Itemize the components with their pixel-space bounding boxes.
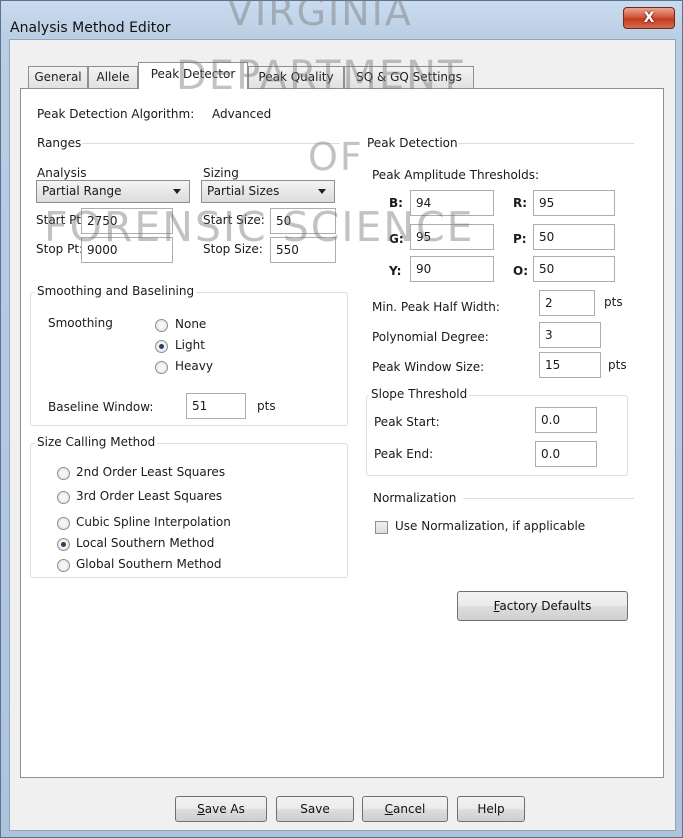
smoothing-none-label: None — [175, 317, 207, 331]
threshold-r-label: R: — [513, 196, 528, 210]
tab-general[interactable]: General — [28, 66, 88, 88]
chevron-down-icon — [318, 189, 326, 194]
algorithm-label: Peak Detection Algorithm: — [37, 107, 195, 121]
peak-window-size-unit: pts — [608, 358, 627, 372]
analysis-select-value: Partial Range — [42, 184, 122, 198]
chevron-down-icon — [173, 189, 181, 194]
algorithm-value: Advanced — [212, 107, 272, 121]
sizing-label: Sizing — [203, 166, 239, 180]
start-pt-label: Start Pt: — [36, 213, 86, 227]
peak-start-label: Peak Start: — [374, 415, 440, 429]
threshold-b-label: B: — [389, 196, 403, 210]
size-calling-2nd-order-label: 2nd Order Least Squares — [76, 465, 226, 479]
threshold-g-label: G: — [389, 232, 404, 246]
min-half-width-input[interactable]: 2 — [539, 290, 595, 316]
baseline-window-label: Baseline Window: — [48, 400, 154, 414]
size-calling-cubic-spline-label: Cubic Spline Interpolation — [76, 515, 231, 529]
use-normalization-checkbox[interactable] — [375, 521, 388, 534]
save-as-accel: S — [197, 802, 205, 816]
save-as-label: ave As — [204, 802, 245, 816]
threshold-p-input[interactable]: 50 — [533, 224, 615, 250]
smoothing-light-label: Light — [175, 338, 205, 352]
threshold-y-input[interactable]: 90 — [410, 256, 494, 282]
save-button[interactable]: Save — [276, 796, 354, 822]
help-button[interactable]: Help — [457, 796, 525, 822]
amplitude-thresholds-label: Peak Amplitude Thresholds: — [372, 168, 540, 182]
sizing-select-value: Partial Sizes — [207, 184, 280, 198]
min-half-width-unit: pts — [604, 295, 623, 309]
size-calling-3rd-order-label: 3rd Order Least Squares — [76, 489, 223, 503]
stop-pt-label: Stop Pt: — [36, 242, 84, 256]
normalization-divider — [463, 498, 634, 499]
size-calling-global-southern-radio[interactable] — [57, 559, 70, 572]
peak-end-label: Peak End: — [374, 447, 434, 461]
cancel-button[interactable]: Cancel — [362, 796, 448, 822]
peak-window-size-label: Peak Window Size: — [372, 360, 485, 374]
size-calling-cubic-spline-radio[interactable] — [57, 517, 70, 530]
smoothing-label: Smoothing — [48, 316, 113, 330]
cancel-accel: C — [384, 802, 394, 816]
peak-end-input[interactable]: 0.0 — [535, 441, 597, 467]
peak-detection-divider — [458, 143, 634, 144]
peak-detection-label: Peak Detection — [367, 136, 458, 150]
stop-size-label: Stop Size: — [203, 242, 263, 256]
peak-start-input[interactable]: 0.0 — [535, 407, 597, 433]
size-calling-group-title: Size Calling Method — [35, 435, 158, 449]
baseline-window-unit: pts — [257, 399, 276, 413]
min-half-width-label: Min. Peak Half Width: — [372, 300, 500, 314]
size-calling-local-southern-label: Local Southern Method — [76, 536, 215, 550]
ranges-label: Ranges — [37, 136, 82, 150]
use-normalization-label: Use Normalization, if applicable — [395, 519, 586, 533]
start-pt-input[interactable]: 2750 — [81, 208, 173, 234]
cancel-label: ancel — [393, 802, 426, 816]
stop-pt-input[interactable]: 9000 — [81, 237, 173, 263]
title-bar[interactable]: Analysis Method Editor X — [1, 1, 682, 39]
normalization-label: Normalization — [373, 491, 457, 505]
threshold-r-input[interactable]: 95 — [533, 190, 615, 216]
polynomial-degree-label: Polynomial Degree: — [372, 330, 489, 344]
threshold-p-label: P: — [513, 232, 527, 246]
polynomial-degree-input[interactable]: 3 — [539, 322, 601, 348]
size-calling-2nd-order-radio[interactable] — [57, 467, 70, 480]
close-button[interactable]: X — [623, 7, 675, 29]
threshold-g-input[interactable]: 95 — [410, 224, 494, 250]
smoothing-heavy-radio[interactable] — [155, 361, 168, 374]
threshold-y-label: Y: — [389, 264, 402, 278]
smoothing-heavy-label: Heavy — [175, 359, 213, 373]
close-icon: X — [643, 10, 655, 26]
start-size-input[interactable]: 50 — [270, 208, 336, 234]
stop-size-input[interactable]: 550 — [270, 237, 336, 263]
save-as-button[interactable]: Save As — [175, 796, 267, 822]
smoothing-none-radio[interactable] — [155, 319, 168, 332]
threshold-o-input[interactable]: 50 — [533, 256, 615, 282]
tab-peak-quality[interactable]: Peak Quality — [248, 66, 344, 88]
threshold-o-label: O: — [513, 264, 528, 278]
smoothing-light-radio[interactable] — [155, 340, 168, 353]
size-calling-global-southern-label: Global Southern Method — [76, 557, 222, 571]
analysis-label: Analysis — [37, 166, 87, 180]
tab-peak-detector[interactable]: Peak Detector — [138, 62, 248, 89]
analysis-select[interactable]: Partial Range — [36, 180, 190, 203]
start-size-label: Start Size: — [203, 213, 265, 227]
factory-defaults-button[interactable]: Factory Defaults — [457, 591, 628, 621]
factory-defaults-label: actory Defaults — [499, 599, 592, 613]
ranges-divider — [82, 143, 340, 144]
window-title: Analysis Method Editor — [10, 20, 171, 36]
tab-allele[interactable]: Allele — [88, 66, 138, 88]
size-calling-local-southern-radio[interactable] — [57, 538, 70, 551]
smoothing-group-title: Smoothing and Baselining — [35, 284, 197, 298]
baseline-window-input[interactable]: 51 — [186, 393, 246, 419]
slope-threshold-group-title: Slope Threshold — [369, 387, 470, 401]
threshold-b-input[interactable]: 94 — [410, 190, 494, 216]
size-calling-3rd-order-radio[interactable] — [57, 491, 70, 504]
peak-window-size-input[interactable]: 15 — [539, 352, 601, 378]
sizing-select[interactable]: Partial Sizes — [201, 180, 335, 203]
tab-sq-gq-settings[interactable]: SQ & GQ Settings — [344, 66, 474, 88]
